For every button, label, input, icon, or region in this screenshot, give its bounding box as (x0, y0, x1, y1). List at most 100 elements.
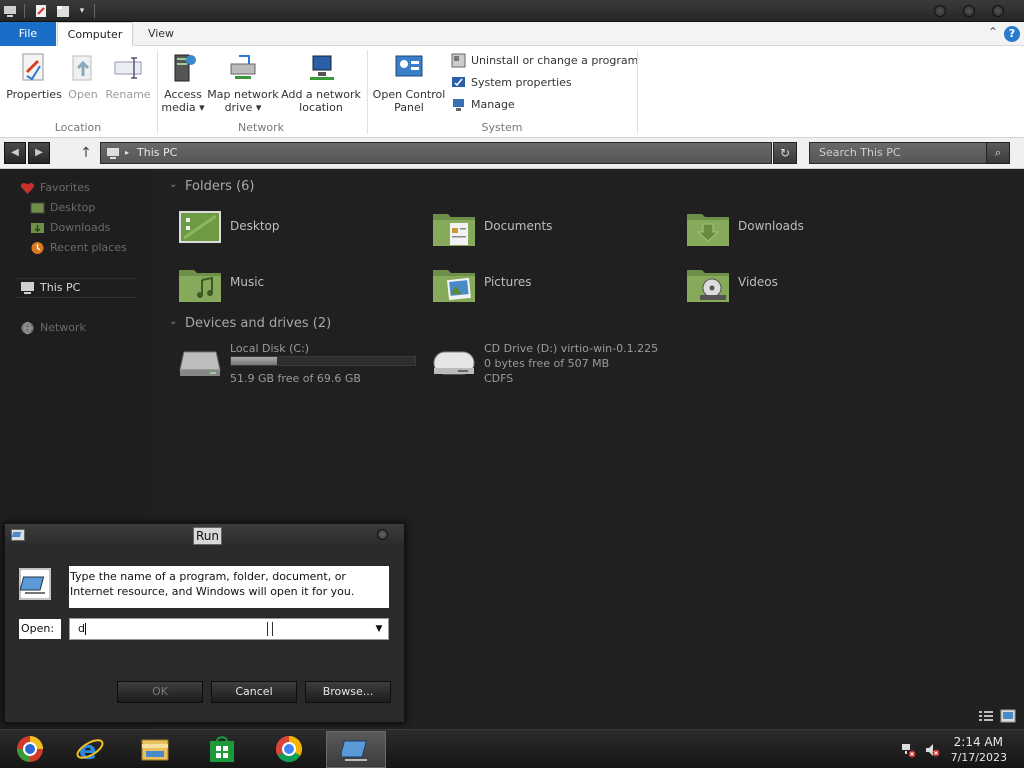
nav-this-pc[interactable]: This PC (20, 279, 80, 297)
address-toolbar: ◀ ▶ ↑ ▸ This PC ↻ Search This PC ⌕ (0, 138, 1024, 169)
large-icons-view-icon[interactable] (1000, 709, 1016, 723)
open-control-panel-button[interactable]: Open Control Panel (372, 46, 446, 114)
nav-recent-places[interactable]: Recent places (30, 239, 127, 257)
close-button[interactable] (992, 5, 1004, 17)
folder-videos[interactable]: Videos (686, 264, 926, 310)
nav-favorites[interactable]: Favorites (20, 179, 90, 197)
chevron-down-icon: ⌄ (169, 179, 178, 190)
text-cursor-icon (267, 622, 273, 636)
taskbar-file-explorer[interactable] (125, 731, 185, 768)
taskbar-chrome[interactable] (259, 731, 319, 768)
chevron-down-icon[interactable]: ▼ (373, 619, 385, 639)
divider (24, 4, 25, 18)
nav-network[interactable]: Network (20, 319, 86, 337)
system-properties-button[interactable]: System properties (451, 73, 572, 93)
taskbar-run[interactable] (326, 731, 386, 768)
folder-documents[interactable]: Documents (432, 208, 672, 254)
nav-desktop-label: Desktop (50, 201, 96, 214)
folder-downloads[interactable]: Downloads (686, 208, 926, 254)
map-network-drive-button[interactable]: Map network drive ▾ (207, 46, 279, 114)
close-button[interactable] (377, 529, 388, 540)
control-panel-label: Open Control (372, 88, 446, 101)
group-label-location: Location (54, 121, 102, 134)
folder-desktop[interactable]: Desktop (178, 208, 418, 254)
folder-name: Desktop (230, 219, 280, 233)
minimize-button[interactable] (934, 5, 946, 17)
nav-network-label: Network (40, 321, 86, 334)
chevron-down-icon[interactable]: ▾ (74, 3, 90, 19)
group-label-network: Network (238, 121, 284, 134)
nav-favorites-label: Favorites (40, 181, 90, 194)
drives-header-label: Devices and drives (2) (185, 316, 332, 331)
tab-file[interactable]: File (0, 22, 56, 46)
run-command-input[interactable]: d ▼ (69, 618, 389, 640)
capacity-bar (230, 356, 416, 366)
network-location-icon (310, 55, 334, 80)
access-media-button[interactable]: Access media ▾ (160, 46, 206, 114)
nav-desktop[interactable]: Desktop (30, 199, 95, 217)
rename-button[interactable]: Rename (104, 46, 152, 101)
taskbar-explorer-color[interactable] (0, 731, 60, 768)
computer-icon[interactable] (2, 3, 18, 19)
search-icon[interactable]: ⌕ (986, 142, 1010, 164)
back-button[interactable]: ◀ (4, 142, 26, 164)
add-network-location-button[interactable]: Add a network location (281, 46, 361, 114)
open-label: Open: (19, 619, 61, 639)
desktop-folder-icon (179, 211, 221, 243)
folders-section-header[interactable]: ⌄ Folders (6) (164, 179, 255, 194)
taskbar-store[interactable] (192, 731, 252, 768)
uninstall-program-button[interactable]: Uninstall or change a program (451, 51, 638, 71)
taskbar-internet-explorer[interactable]: e (60, 731, 120, 768)
window-title-bar[interactable]: ▾ (0, 0, 1024, 22)
desktop-icon (30, 202, 45, 214)
cancel-button[interactable]: Cancel (211, 681, 297, 703)
computer-icon (21, 282, 34, 294)
drive-name: CD Drive (D:) virtio-win-0.1.225 (484, 342, 659, 355)
open-button[interactable]: Open (64, 46, 102, 101)
refresh-button[interactable]: ↻ (773, 142, 797, 164)
properties-label: Properties (6, 88, 62, 101)
folder-pictures[interactable]: Pictures (432, 264, 672, 310)
pictures-folder-icon (433, 270, 475, 302)
details-view-icon[interactable] (978, 709, 994, 723)
documents-folder-icon (433, 214, 475, 246)
chevron-up-icon[interactable]: ⌃ (988, 25, 998, 39)
drive-cd-d[interactable]: CD Drive (D:) virtio-win-0.1.225 0 bytes… (432, 342, 692, 388)
ok-button[interactable]: OK (117, 681, 203, 703)
clock-date[interactable]: 7/17/2023 (951, 751, 1007, 764)
taskbar: e 2:14 AM 7/17/2023 (0, 729, 1024, 768)
hard-drive-icon (179, 351, 221, 376)
tab-computer[interactable]: Computer (57, 22, 133, 46)
manage-icon (453, 99, 464, 111)
breadcrumb-this-pc[interactable]: This PC (137, 146, 177, 159)
address-bar[interactable]: ▸ This PC (100, 142, 772, 164)
properties-button[interactable]: Properties (6, 46, 62, 101)
explorer-color-icon (17, 736, 43, 762)
folder-music[interactable]: Music (178, 264, 418, 310)
maximize-button[interactable] (963, 5, 975, 17)
run-icon (342, 740, 368, 761)
clock-time[interactable]: 2:14 AM (954, 735, 1003, 749)
help-icon[interactable]: ? (1004, 26, 1020, 42)
run-dialog-title-bar[interactable]: Run (5, 524, 404, 546)
tab-view[interactable]: View (136, 22, 186, 46)
manage-button[interactable]: Manage (451, 95, 515, 115)
system-properties-label: System properties (471, 76, 572, 89)
forward-button[interactable]: ▶ (28, 142, 50, 164)
drives-section-header[interactable]: ⌄ Devices and drives (2) (164, 316, 331, 331)
new-folder-icon[interactable] (55, 3, 71, 19)
drive-local-disk-c[interactable]: Local Disk (C:) 51.9 GB free of 69.6 GB (178, 342, 418, 388)
browse-button[interactable]: Browse... (305, 681, 391, 703)
add-location-label: Add a network (281, 88, 361, 101)
volume-muted-icon[interactable] (924, 742, 940, 758)
nav-downloads[interactable]: Downloads (30, 219, 110, 237)
network-status-icon[interactable] (900, 742, 916, 758)
properties-icon[interactable] (33, 3, 49, 19)
ribbon-tab-strip: File Computer View ⌃ ? (0, 22, 1024, 46)
computer-icon (107, 148, 119, 159)
run-dialog-description: Type the name of a program, folder, docu… (69, 566, 389, 608)
up-arrow-icon[interactable]: ↑ (78, 143, 94, 163)
search-input[interactable]: Search This PC (809, 142, 987, 164)
drive-free-space: 0 bytes free of 507 MB (484, 357, 610, 370)
capacity-bar-fill (231, 357, 277, 365)
